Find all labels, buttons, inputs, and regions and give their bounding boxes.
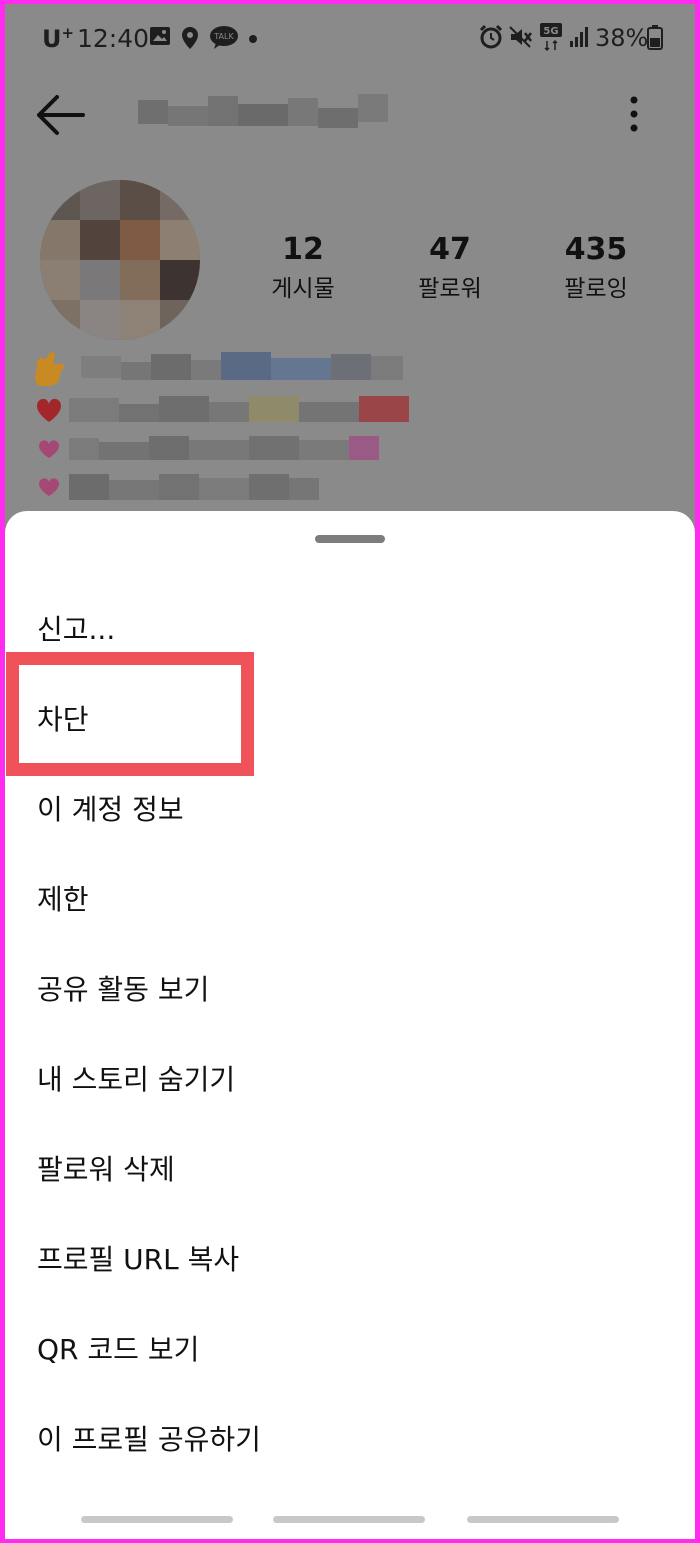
status-time: 12:40	[77, 24, 150, 53]
gallery-icon	[150, 27, 170, 45]
red-heart-emoji-icon	[37, 398, 61, 422]
pink-heart-emoji-icon	[39, 478, 59, 496]
pink-heart-emoji-icon	[39, 440, 59, 458]
mute-icon	[509, 26, 532, 48]
menu-item-qr-code[interactable]: QR 코드 보기	[5, 1305, 695, 1395]
notification-dot	[249, 35, 257, 43]
carrier-label: U+	[42, 24, 75, 53]
battery-percent: 38%	[595, 24, 649, 52]
signal-icon	[570, 27, 588, 47]
svg-text:TALK: TALK	[213, 32, 234, 41]
following-label: 팔로잉	[564, 276, 628, 302]
nav-home-button[interactable]	[273, 1516, 425, 1523]
menu-item-share-profile[interactable]: 이 프로필 공유하기	[5, 1395, 695, 1485]
system-nav-bar	[5, 1501, 695, 1539]
network-label: 5G	[543, 26, 558, 37]
posts-count: 12	[282, 232, 324, 267]
nav-back-button[interactable]	[467, 1516, 619, 1523]
back-arrow-icon[interactable]	[35, 92, 87, 138]
pointing-hand-emoji-icon	[35, 352, 64, 386]
followers-count: 47	[429, 232, 471, 267]
username-pixelated	[138, 94, 388, 128]
menu-item-hide-story[interactable]: 내 스토리 숨기기	[5, 1035, 695, 1125]
followers-stat[interactable]: 47 팔로워	[380, 230, 520, 306]
status-bar: U+ 12:40 TALK 5G 38%	[5, 4, 695, 70]
following-count: 435	[564, 232, 628, 267]
kakaotalk-icon: TALK	[210, 26, 238, 49]
menu-item-account-info[interactable]: 이 계정 정보	[5, 765, 695, 855]
nav-recent-button[interactable]	[81, 1516, 233, 1523]
following-stat[interactable]: 435 팔로잉	[526, 230, 666, 306]
posts-label: 게시물	[271, 276, 335, 302]
menu-item-copy-profile-url[interactable]: 프로필 URL 복사	[5, 1215, 695, 1305]
followers-label: 팔로워	[418, 276, 482, 302]
alarm-icon	[479, 24, 503, 49]
menu-item-restrict[interactable]: 제한	[5, 855, 695, 945]
posts-stat[interactable]: 12 게시물	[233, 230, 373, 306]
location-icon	[182, 27, 198, 49]
more-options-icon[interactable]	[617, 92, 651, 136]
block-highlight-box	[6, 652, 254, 776]
battery-icon	[647, 25, 663, 50]
menu-item-remove-follower[interactable]: 팔로워 삭제	[5, 1125, 695, 1215]
sheet-drag-handle[interactable]	[315, 535, 385, 543]
profile-avatar[interactable]	[40, 180, 200, 340]
network-5g-icon: 5G	[540, 23, 562, 52]
bio-pixelated	[35, 352, 409, 500]
menu-item-view-shared-activity[interactable]: 공유 활동 보기	[5, 945, 695, 1035]
